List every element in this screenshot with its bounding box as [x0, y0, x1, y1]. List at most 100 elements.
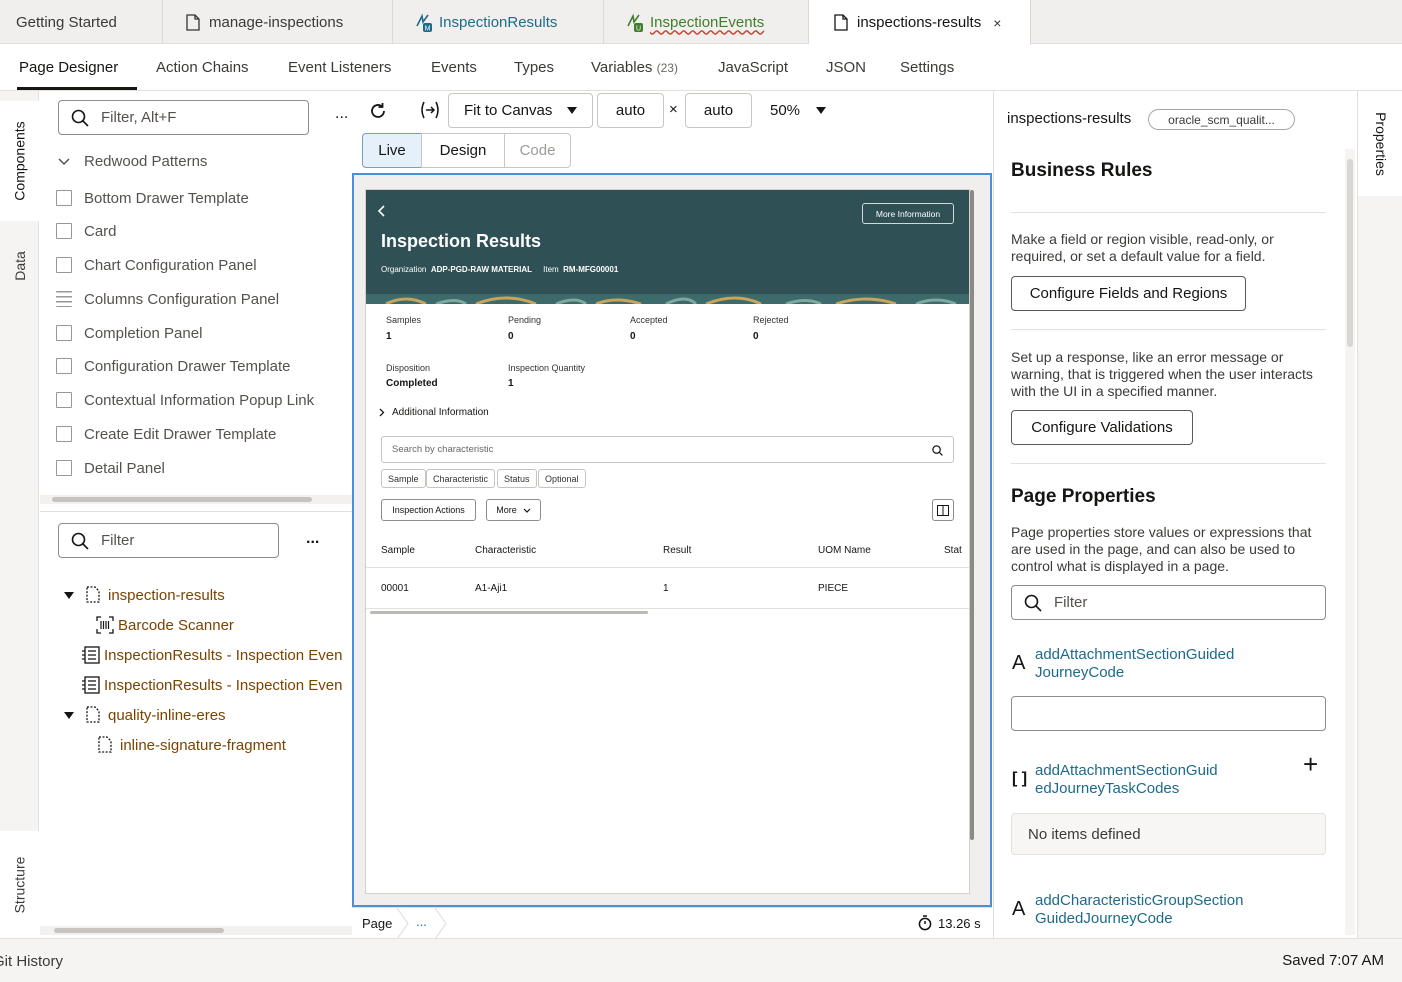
tab-variables[interactable]: Variables (23) [591, 59, 678, 76]
breadcrumb-separator [396, 908, 409, 939]
page-header-banner: More Information Inspection Results Orga… [366, 190, 969, 304]
properties-scrollbar[interactable] [1345, 149, 1355, 935]
table-horizontal-scrollbar[interactable] [370, 611, 648, 614]
git-history-link[interactable]: Git History [0, 953, 63, 970]
property-add-characteristic-group-section-guided-journey-code[interactable]: addCharacteristicGroupSection GuidedJourn… [1035, 892, 1243, 928]
component-chart-configuration-panel[interactable]: Chart Configuration Panel [56, 253, 257, 277]
filter-chip-optional[interactable]: Optional [538, 469, 586, 488]
tab-json[interactable]: JSON [826, 59, 866, 76]
page-icon [183, 12, 203, 32]
component-bottom-drawer-template[interactable]: Bottom Drawer Template [56, 186, 249, 210]
additional-information-toggle[interactable]: Additional Information [379, 407, 489, 418]
drawer-icon [56, 426, 72, 442]
structure-filter-input[interactable]: Filter [58, 523, 279, 558]
components-horizontal-scrollbar[interactable] [40, 495, 352, 504]
code-mode-button[interactable]: Code [504, 133, 571, 168]
design-mode-button[interactable]: Design [421, 133, 505, 168]
tab-getting-started[interactable]: Getting Started [0, 0, 163, 44]
tab-types[interactable]: Types [514, 59, 554, 76]
table-cell: PIECE [818, 583, 849, 594]
rail-tab-properties[interactable]: Properties [1358, 91, 1402, 196]
more-actions-button[interactable]: More [486, 499, 541, 521]
breadcrumb-page[interactable]: Page [362, 916, 392, 931]
components-filter-input[interactable]: Filter, Alt+F [58, 100, 309, 135]
tab-event-listeners[interactable]: Event Listeners [288, 59, 391, 76]
tab-label: InspectionEvents [650, 13, 765, 31]
tab-inspection-results-chain[interactable]: M InspectionResults [393, 0, 604, 44]
filter-chip-characteristic[interactable]: Characteristic [426, 469, 496, 488]
rail-tab-data[interactable]: Data [0, 241, 39, 291]
structure-horizontal-scrollbar[interactable] [40, 926, 352, 935]
page-icon [86, 586, 102, 604]
live-mode-button[interactable]: Live [362, 133, 422, 168]
tab-label: InspectionResults [439, 13, 558, 31]
column-header-uom-name[interactable]: UOM Name [818, 545, 871, 556]
rail-tab-structure[interactable]: Structure [0, 831, 39, 938]
tab-manage-inspections[interactable]: manage-inspections [163, 0, 393, 44]
add-icon[interactable]: + [1303, 749, 1318, 780]
tab-inspections-results[interactable]: inspections-results × [809, 0, 1031, 45]
component-detail-panel[interactable]: Detail Panel [56, 456, 165, 480]
tab-javascript[interactable]: JavaScript [718, 59, 788, 76]
tab-settings[interactable]: Settings [900, 59, 954, 76]
page-preview[interactable]: More Information Inspection Results Orga… [366, 190, 969, 893]
column-layout-button[interactable] [932, 499, 954, 521]
properties-filter-input[interactable]: Filter [1011, 585, 1326, 620]
tab-inspection-events-chain[interactable]: U InspectionEvents [604, 0, 809, 44]
canvas-vertical-scrollbar[interactable] [970, 190, 974, 840]
component-configuration-drawer-template[interactable]: Configuration Drawer Template [56, 354, 291, 378]
more-information-button[interactable]: More Information [862, 203, 954, 224]
component-card[interactable]: Card [56, 219, 117, 243]
column-header-characteristic[interactable]: Characteristic [475, 545, 536, 556]
tab-events[interactable]: Events [431, 59, 477, 76]
breadcrumb-ellipsis[interactable]: ... [416, 914, 427, 929]
property-add-attachment-section-guided-journey-task-codes[interactable]: addAttachmentSectionGuid edJourneyTaskCod… [1035, 762, 1218, 798]
tree-item-inspection-event-1[interactable]: InspectionResults - Inspection Even [82, 643, 342, 667]
canvas-width-input[interactable]: auto [597, 93, 664, 128]
column-header-result[interactable]: Result [663, 545, 691, 556]
tree-item-inline-signature-fragment[interactable]: inline-signature-fragment [98, 733, 286, 757]
fit-to-canvas-select[interactable]: Fit to Canvas [448, 93, 593, 128]
more-options-icon[interactable]: ... [306, 530, 319, 548]
tree-item-barcode-scanner[interactable]: Barcode Scanner [96, 613, 234, 637]
configure-fields-button[interactable]: Configure Fields and Regions [1011, 276, 1246, 311]
tree-item-quality-inline-eres[interactable]: quality-inline-eres [64, 703, 226, 727]
component-columns-configuration-panel[interactable]: Columns Configuration Panel [56, 287, 279, 311]
responsive-icon[interactable] [419, 101, 441, 119]
component-completion-panel[interactable]: Completion Panel [56, 321, 202, 345]
tab-label: manage-inspections [209, 13, 344, 31]
configure-validations-button[interactable]: Configure Validations [1011, 410, 1193, 445]
component-create-edit-drawer-template[interactable]: Create Edit Drawer Template [56, 422, 276, 446]
breadcrumb-bar: Page ... 13.26 s [352, 907, 992, 939]
tab-action-chains[interactable]: Action Chains [156, 59, 249, 76]
table-row[interactable]: 00001 A1-Aji1 1 PIECE [366, 568, 966, 608]
rail-tab-components[interactable]: Components [0, 101, 39, 221]
group-label: Redwood Patterns [84, 153, 208, 170]
column-header-status[interactable]: Stat [944, 545, 962, 556]
redwood-patterns-group[interactable]: Redwood Patterns [58, 153, 207, 170]
filter-chip-status[interactable]: Status [497, 469, 537, 488]
more-options-icon[interactable]: ... [335, 105, 348, 123]
breadcrumb-separator [434, 908, 447, 939]
tree-item-inspection-event-2[interactable]: InspectionResults - Inspection Even [82, 673, 342, 697]
app-badge[interactable]: oracle_scm_qualit... [1148, 109, 1295, 130]
characteristic-search-input[interactable]: Search by characteristic [381, 436, 954, 463]
canvas-height-input[interactable]: auto [685, 93, 752, 128]
active-tab-indicator [17, 87, 137, 90]
chevron-down-icon [58, 157, 70, 166]
tab-page-designer[interactable]: Page Designer [19, 59, 118, 76]
inspection-actions-button[interactable]: Inspection Actions [381, 499, 476, 521]
tree-item-inspection-results[interactable]: inspection-results [64, 583, 225, 607]
zoom-select[interactable]: 50% [770, 102, 827, 119]
table-cell: 00001 [381, 583, 409, 594]
column-header-sample[interactable]: Sample [381, 545, 415, 556]
close-icon[interactable]: × [993, 15, 1001, 31]
validations-description: Set up a response, like an error message… [1011, 349, 1313, 399]
property-value-input[interactable] [1011, 696, 1326, 731]
back-icon[interactable] [378, 205, 386, 217]
refresh-icon[interactable] [368, 101, 388, 121]
property-add-attachment-section-guided-journey-code[interactable]: addAttachmentSectionGuided JourneyCode [1035, 646, 1234, 682]
filter-chip-sample[interactable]: Sample [381, 469, 426, 488]
header-pattern [366, 294, 969, 304]
component-contextual-information-popup-link[interactable]: Contextual Information Popup Link [56, 388, 314, 412]
